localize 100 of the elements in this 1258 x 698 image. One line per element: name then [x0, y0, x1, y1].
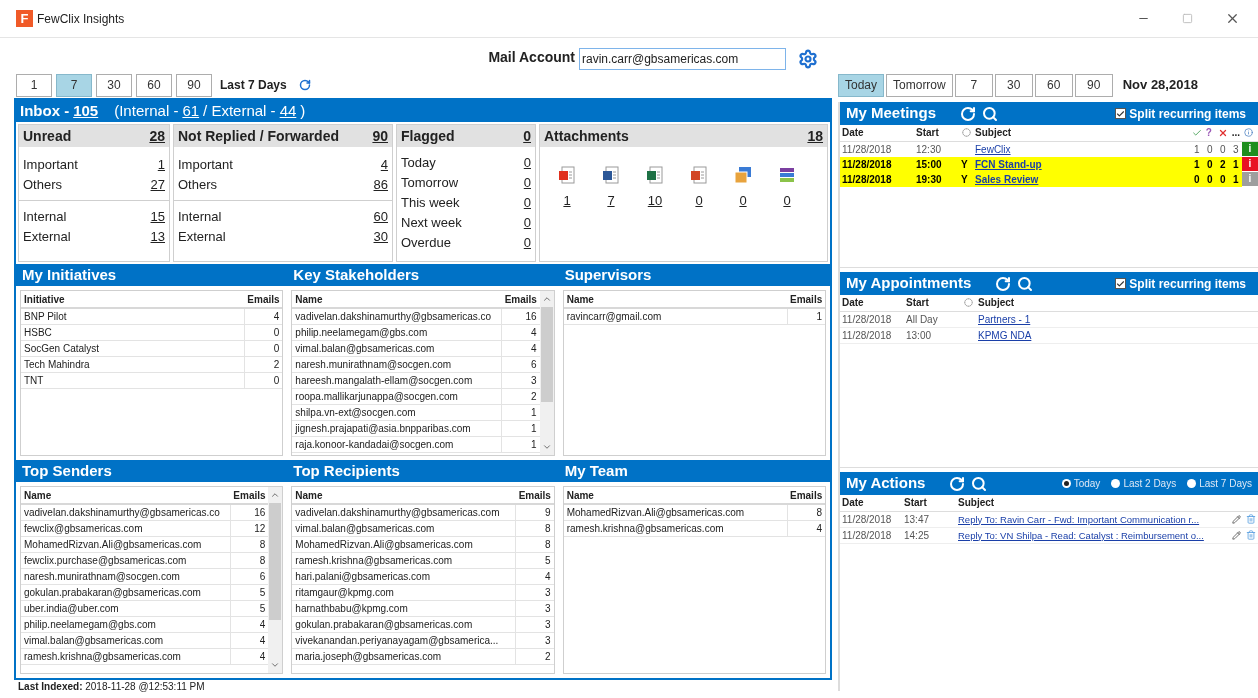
- column-header[interactable]: ...: [1229, 125, 1242, 141]
- subject-link[interactable]: KPMG NDA: [978, 329, 1032, 341]
- count-value[interactable]: 4: [380, 155, 388, 175]
- radio-button[interactable]: [1187, 479, 1197, 488]
- count-value[interactable]: 0: [523, 153, 531, 173]
- scrollbar[interactable]: [539, 291, 554, 455]
- period-button[interactable]: 1: [16, 73, 52, 97]
- checkbox-label[interactable]: Split recurring items: [1129, 104, 1252, 123]
- column-header[interactable]: Date: [840, 495, 902, 511]
- scrollbar[interactable]: [268, 487, 283, 673]
- count-value[interactable]: 13: [150, 227, 165, 247]
- radio-button[interactable]: [1111, 479, 1121, 488]
- count-value[interactable]: 0: [523, 193, 531, 213]
- column-header[interactable]: Start: [914, 125, 960, 141]
- table-cell: 2: [515, 648, 554, 665]
- table-cell: 1: [1189, 141, 1204, 157]
- column-header[interactable]: Emails: [787, 487, 825, 504]
- column-header[interactable]: Start: [904, 295, 962, 311]
- subject-link[interactable]: FCN Stand-up: [975, 158, 1042, 170]
- table-cell: shilpa.vn-ext@socgen.com: [292, 404, 502, 421]
- app-logo: F: [16, 10, 33, 27]
- count-value[interactable]: 30: [373, 227, 388, 247]
- table-cell: vivekanandan.periyanayagam@gbsamerica...: [292, 632, 516, 649]
- attachment-count[interactable]: 7: [607, 191, 615, 211]
- status-indicator[interactable]: i: [1242, 142, 1258, 156]
- table-cell: 3: [515, 584, 554, 601]
- table-cell: 1: [501, 404, 540, 421]
- radio-label[interactable]: Today: [1073, 476, 1101, 491]
- subject-link[interactable]: Partners - 1: [978, 313, 1031, 325]
- column-header[interactable]: Name: [563, 291, 787, 308]
- card-total[interactable]: 18: [807, 125, 823, 147]
- attachment-count[interactable]: 0: [695, 191, 703, 211]
- edit-icon: [1232, 530, 1241, 540]
- card-total[interactable]: 0: [523, 125, 531, 147]
- table-cell: 0: [1203, 141, 1216, 157]
- search-icon: [1017, 275, 1034, 292]
- column-header[interactable]: Date: [840, 295, 904, 311]
- period-button[interactable]: 7: [954, 73, 993, 97]
- count-value[interactable]: 0: [523, 233, 531, 253]
- count-value[interactable]: 86: [373, 175, 388, 195]
- attachment-count[interactable]: 10: [647, 191, 663, 211]
- period-button[interactable]: 90: [1074, 73, 1113, 97]
- column-header[interactable]: Emails: [244, 291, 283, 308]
- column-header[interactable]: Emails: [230, 487, 269, 504]
- column-header[interactable]: Subject: [973, 125, 1190, 141]
- count-label: Tomorrow: [401, 174, 459, 193]
- column-header[interactable]: Name: [292, 487, 516, 504]
- count-value[interactable]: 1: [157, 155, 165, 175]
- count-value[interactable]: 0: [523, 173, 531, 193]
- count-value[interactable]: 60: [373, 207, 388, 227]
- subject-link[interactable]: Sales Review: [975, 173, 1039, 185]
- period-button[interactable]: 7: [56, 73, 92, 97]
- column-header[interactable]: Name: [292, 291, 502, 308]
- attachment-count[interactable]: 1: [563, 191, 571, 211]
- inbox-count[interactable]: 44: [279, 99, 297, 123]
- column-header[interactable]: Subject: [976, 295, 1258, 311]
- column-header[interactable]: Emails: [515, 487, 554, 504]
- period-button[interactable]: Tomorrow: [886, 73, 953, 97]
- card-title: Unread: [23, 126, 72, 146]
- panel-title: Top Recipients: [292, 461, 401, 481]
- column-header[interactable]: ?: [1203, 125, 1216, 141]
- column-header[interactable]: Emails: [501, 291, 540, 308]
- inbox-total[interactable]: 105: [73, 99, 99, 123]
- column-header[interactable]: Name: [563, 487, 787, 504]
- column-header[interactable]: Date: [840, 125, 914, 141]
- card-total[interactable]: 28: [149, 125, 165, 147]
- radio-label[interactable]: Last 2 Days: [1123, 476, 1177, 491]
- inbox-title: Inbox -: [20, 100, 70, 121]
- subject-link[interactable]: FewClix: [975, 143, 1011, 155]
- count-value[interactable]: 15: [150, 207, 165, 227]
- period-button[interactable]: 30: [96, 73, 132, 97]
- period-button[interactable]: 60: [136, 73, 172, 97]
- subject-link[interactable]: Reply To: VN Shilpa - Read: Catalyst : Reimbursement o...: [958, 529, 1204, 541]
- inbox-count[interactable]: 61: [182, 99, 200, 123]
- period-button[interactable]: Today: [838, 73, 885, 97]
- period-button[interactable]: 90: [176, 73, 212, 97]
- column-header[interactable]: Emails: [787, 291, 825, 308]
- column-header[interactable]: Start: [902, 495, 956, 511]
- refresh-icon: [995, 275, 1012, 292]
- card-total[interactable]: 90: [372, 125, 388, 147]
- attachment-count[interactable]: 0: [783, 191, 791, 211]
- mail-account-field[interactable]: ravin.carr@gbsamericas.com: [579, 48, 786, 70]
- checkbox[interactable]: [1115, 278, 1127, 289]
- checkbox-label[interactable]: Split recurring items: [1129, 274, 1252, 293]
- period-button[interactable]: 30: [994, 73, 1033, 97]
- attachment-count[interactable]: 0: [739, 191, 747, 211]
- column-header[interactable]: Name: [21, 487, 231, 504]
- count-value[interactable]: 27: [150, 175, 165, 195]
- period-button[interactable]: 60: [1034, 73, 1073, 97]
- status-indicator[interactable]: i: [1242, 157, 1258, 171]
- table-cell: 11/28/2018: [840, 327, 904, 343]
- count-value[interactable]: 0: [523, 213, 531, 233]
- subject-link[interactable]: Reply To: Ravin Carr - Fwd: Important Communication r...: [958, 513, 1200, 525]
- radio-label[interactable]: Last 7 Days: [1199, 476, 1252, 491]
- table-cell: 15:00: [914, 156, 960, 172]
- column-header[interactable]: Subject: [956, 495, 1232, 511]
- radio-button[interactable]: [1061, 479, 1071, 488]
- table-cell: TNT: [21, 372, 245, 389]
- column-header[interactable]: Initiative: [21, 291, 245, 308]
- checkbox[interactable]: [1115, 108, 1127, 119]
